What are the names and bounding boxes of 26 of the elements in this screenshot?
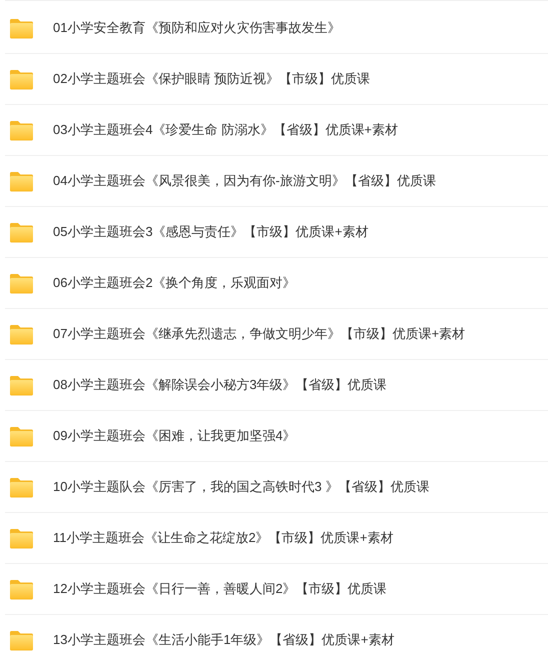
folder-name[interactable]: 08小学主题班会《解除误会小秘方3年级》【省级】优质课 — [53, 375, 387, 395]
folder-icon — [9, 272, 34, 294]
folder-icon — [9, 374, 34, 396]
folder-icon — [9, 426, 34, 446]
folder-icon — [9, 630, 34, 650]
folder-icon — [9, 68, 34, 90]
folder-icon — [9, 578, 34, 600]
folder-name[interactable]: 11小学主题班会《让生命之花绽放2》【市级】优质课+素材 — [53, 528, 394, 548]
folder-icon — [9, 324, 34, 344]
folder-icon — [9, 222, 34, 242]
folder-name[interactable]: 05小学主题班会3《感恩与责任》【市级】优质课+素材 — [53, 222, 368, 242]
folder-icon — [9, 528, 34, 548]
folder-name[interactable]: 06小学主题班会2《换个角度，乐观面对》 — [53, 273, 296, 293]
folder-icon — [9, 476, 34, 498]
folder-name[interactable]: 10小学主题队会《厉害了，我的国之高铁时代3 》【省级】优质课 — [53, 477, 430, 497]
folder-name[interactable]: 03小学主题班会4《珍爱生命 防溺水》【省级】优质课+素材 — [53, 120, 398, 140]
folder-name[interactable]: 04小学主题班会《风景很美，因为有你-旅游文明》【省级】优质课 — [53, 171, 436, 191]
folder-name[interactable]: 12小学主题班会《日行一善，善暖人间2》【市级】优质课 — [53, 579, 387, 599]
folder-icon — [9, 18, 34, 38]
folder-icon — [9, 120, 34, 140]
folder-icon — [9, 170, 34, 192]
folder-name[interactable]: 01小学安全教育《预防和应对火灾伤害事故发生》 — [53, 18, 340, 38]
folder-name[interactable]: 07小学主题班会《继承先烈遗志，争做文明少年》【市级】优质课+素材 — [53, 324, 466, 344]
folder-name[interactable]: 02小学主题班会《保护眼睛 预防近视》【市级】优质课 — [53, 69, 370, 89]
folder-name[interactable]: 09小学主题班会《困难，让我更加坚强4》 — [53, 426, 296, 446]
folder-name[interactable]: 13小学主题班会《生活小能手1年级》【省级】优质课+素材 — [53, 630, 394, 650]
